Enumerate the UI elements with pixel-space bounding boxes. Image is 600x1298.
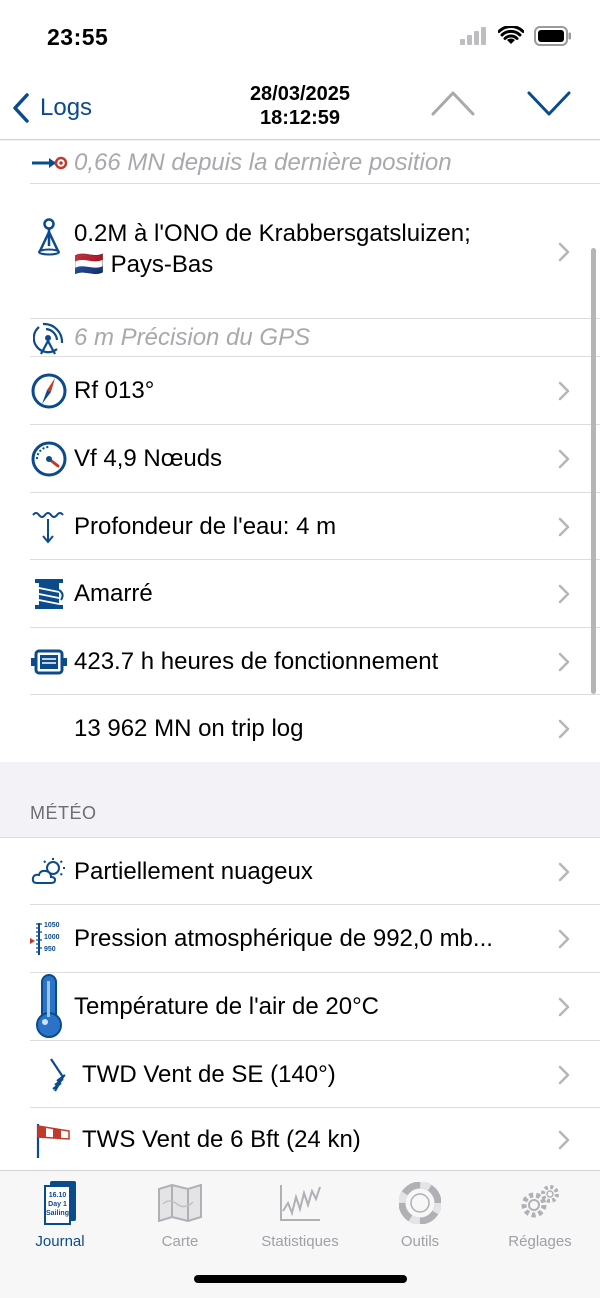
thermometer-icon [30, 974, 68, 1038]
speedometer-icon [30, 440, 68, 478]
air-temperature-row[interactable]: Température de l'air de 20°C [0, 973, 600, 1041]
tab-statistiques-label: Statistiques [261, 1233, 339, 1250]
log-time: 18:12:59 [259, 107, 341, 129]
engine-icon [30, 643, 68, 681]
tab-outils-label: Outils [400, 1233, 440, 1250]
scroll-indicator[interactable] [591, 248, 596, 694]
life-ring-icon [360, 1179, 480, 1227]
log-datetime: 28/03/2025 18:12:59 [200, 82, 400, 130]
speed-row[interactable]: Vf 4,9 Nœuds [0, 425, 600, 493]
logbook-icon-date: 16.10 [48, 1192, 67, 1199]
chevron-down-icon [527, 91, 571, 116]
tab-journal[interactable]: 16.10 Day 1 Sailing Journal [0, 1179, 120, 1250]
wind-speed-text: TWS Vent de 6 Bft (24 kn) [82, 1125, 361, 1153]
mooring-icon [30, 575, 68, 613]
trip-log-text: 13 962 MN on trip log [74, 714, 304, 742]
compass-icon [30, 372, 68, 410]
previous-entry-button[interactable] [430, 88, 476, 123]
trip-log-row[interactable]: 13 962 MN on trip log [0, 695, 600, 762]
barometer-icon: 1050 1000 950 [30, 920, 68, 958]
chevron-right-icon [558, 1130, 570, 1149]
logbook-icon-mode: Sailing [46, 1210, 69, 1217]
location-pin-icon [30, 218, 68, 256]
air-temperature-text: Température de l'air de 20°C [74, 993, 380, 1020]
gps-accuracy-row: 6 m Précision du GPS [0, 319, 600, 357]
windsock-icon [30, 1121, 76, 1159]
chevron-right-icon [558, 652, 570, 671]
location-row[interactable]: 0.2M à l'ONO de Krabbersgatsluizen; 🇳🇱 P… [0, 184, 600, 319]
location-line2: Pays-Bas [110, 251, 214, 278]
chevron-right-icon [558, 719, 570, 738]
weather-list: Partiellement nuageux 1050 1000 950 Pres… [0, 837, 600, 1170]
chevron-up-icon [431, 91, 475, 116]
partly-cloudy-icon [30, 853, 68, 891]
chevron-right-icon [558, 242, 570, 261]
logbook-icon-day: Day 1 [48, 1201, 67, 1208]
tab-reglages-label: Réglages [508, 1233, 572, 1250]
tab-carte-label: Carte [161, 1233, 199, 1250]
chevron-right-icon [558, 517, 570, 536]
back-label: Logs [40, 94, 93, 121]
battery-icon [534, 26, 572, 51]
weather-conditions-text: Partiellement nuageux [74, 857, 313, 885]
weather-conditions-row[interactable]: Partiellement nuageux [0, 838, 600, 905]
gps-accuracy-text: 6 m Précision du GPS [74, 324, 311, 351]
home-indicator[interactable] [194, 1275, 407, 1283]
wind-speed-row[interactable]: TWS Vent de 6 Bft (24 kn) [0, 1108, 600, 1171]
distance-row: 0,66 MN depuis la dernière position [0, 141, 600, 184]
back-button[interactable]: Logs [12, 88, 92, 128]
chevron-right-icon [558, 584, 570, 604]
distance-icon [30, 144, 68, 182]
tab-journal-label: Journal [35, 1233, 85, 1250]
status-icons [460, 25, 572, 51]
course-row[interactable]: Rf 013° [0, 357, 600, 425]
chevron-right-icon [558, 929, 570, 949]
map-icon [120, 1179, 240, 1227]
chevron-right-icon [558, 1065, 570, 1084]
tab-reglages[interactable]: Réglages [480, 1179, 600, 1250]
course-text: Rf 013° [74, 377, 155, 404]
chevron-right-icon [558, 381, 570, 401]
barometer-scale-mid: 1000 [44, 934, 60, 941]
mooring-row[interactable]: Amarré [0, 560, 600, 628]
signal-icon [460, 27, 488, 50]
engine-hours-row[interactable]: 423.7 h heures de fonctionnement [0, 628, 600, 695]
barometer-scale-high: 1050 [44, 922, 60, 929]
next-entry-button[interactable] [526, 88, 572, 123]
nav-bar: Logs 28/03/2025 18:12:59 [0, 78, 600, 140]
chevron-right-icon [558, 862, 570, 881]
pressure-text: Pression atmosphérique de 992,0 mb... [74, 925, 493, 952]
log-date: 28/03/2025 [249, 83, 351, 105]
speed-text: Vf 4,9 Nœuds [74, 445, 223, 472]
location-line1: 0.2M à l'ONO de Krabbersgatsluizen; [74, 220, 471, 247]
distance-text: 0,66 MN depuis la dernière position [74, 148, 452, 176]
status-bar: 23:55 [0, 0, 600, 78]
netherlands-flag-icon: 🇳🇱 [74, 251, 104, 278]
statistics-chart-icon [240, 1179, 360, 1227]
engine-hours-text: 423.7 h heures de fonctionnement [74, 647, 439, 675]
pressure-row[interactable]: 1050 1000 950 Pression atmosphérique de … [0, 905, 600, 973]
gps-antenna-icon [30, 319, 68, 357]
chevron-right-icon [558, 997, 570, 1017]
status-time: 23:55 [47, 24, 109, 50]
log-entry-list: 0,66 MN depuis la dernière position 0.2M… [0, 141, 600, 762]
wind-direction-icon [30, 1056, 76, 1094]
tab-carte[interactable]: Carte [120, 1179, 240, 1250]
barometer-scale-low: 950 [44, 946, 56, 953]
depth-row[interactable]: Profondeur de l'eau: 4 m [0, 493, 600, 560]
wifi-icon [497, 25, 525, 51]
wind-direction-text: TWD Vent de SE (140°) [82, 1060, 336, 1088]
tab-outils[interactable]: Outils [360, 1179, 480, 1250]
weather-section-header: MÉTÉO [30, 803, 97, 823]
logbook-icon: 16.10 Day 1 Sailing [0, 1179, 120, 1227]
chevron-left-icon [13, 93, 29, 123]
settings-gears-icon [480, 1179, 600, 1227]
depth-text: Profondeur de l'eau: 4 m [74, 512, 337, 540]
mooring-text: Amarré [74, 580, 153, 607]
depth-icon [30, 508, 68, 546]
chevron-right-icon [558, 449, 570, 469]
tab-statistiques[interactable]: Statistiques [240, 1179, 360, 1250]
wind-direction-row[interactable]: TWD Vent de SE (140°) [0, 1041, 600, 1108]
